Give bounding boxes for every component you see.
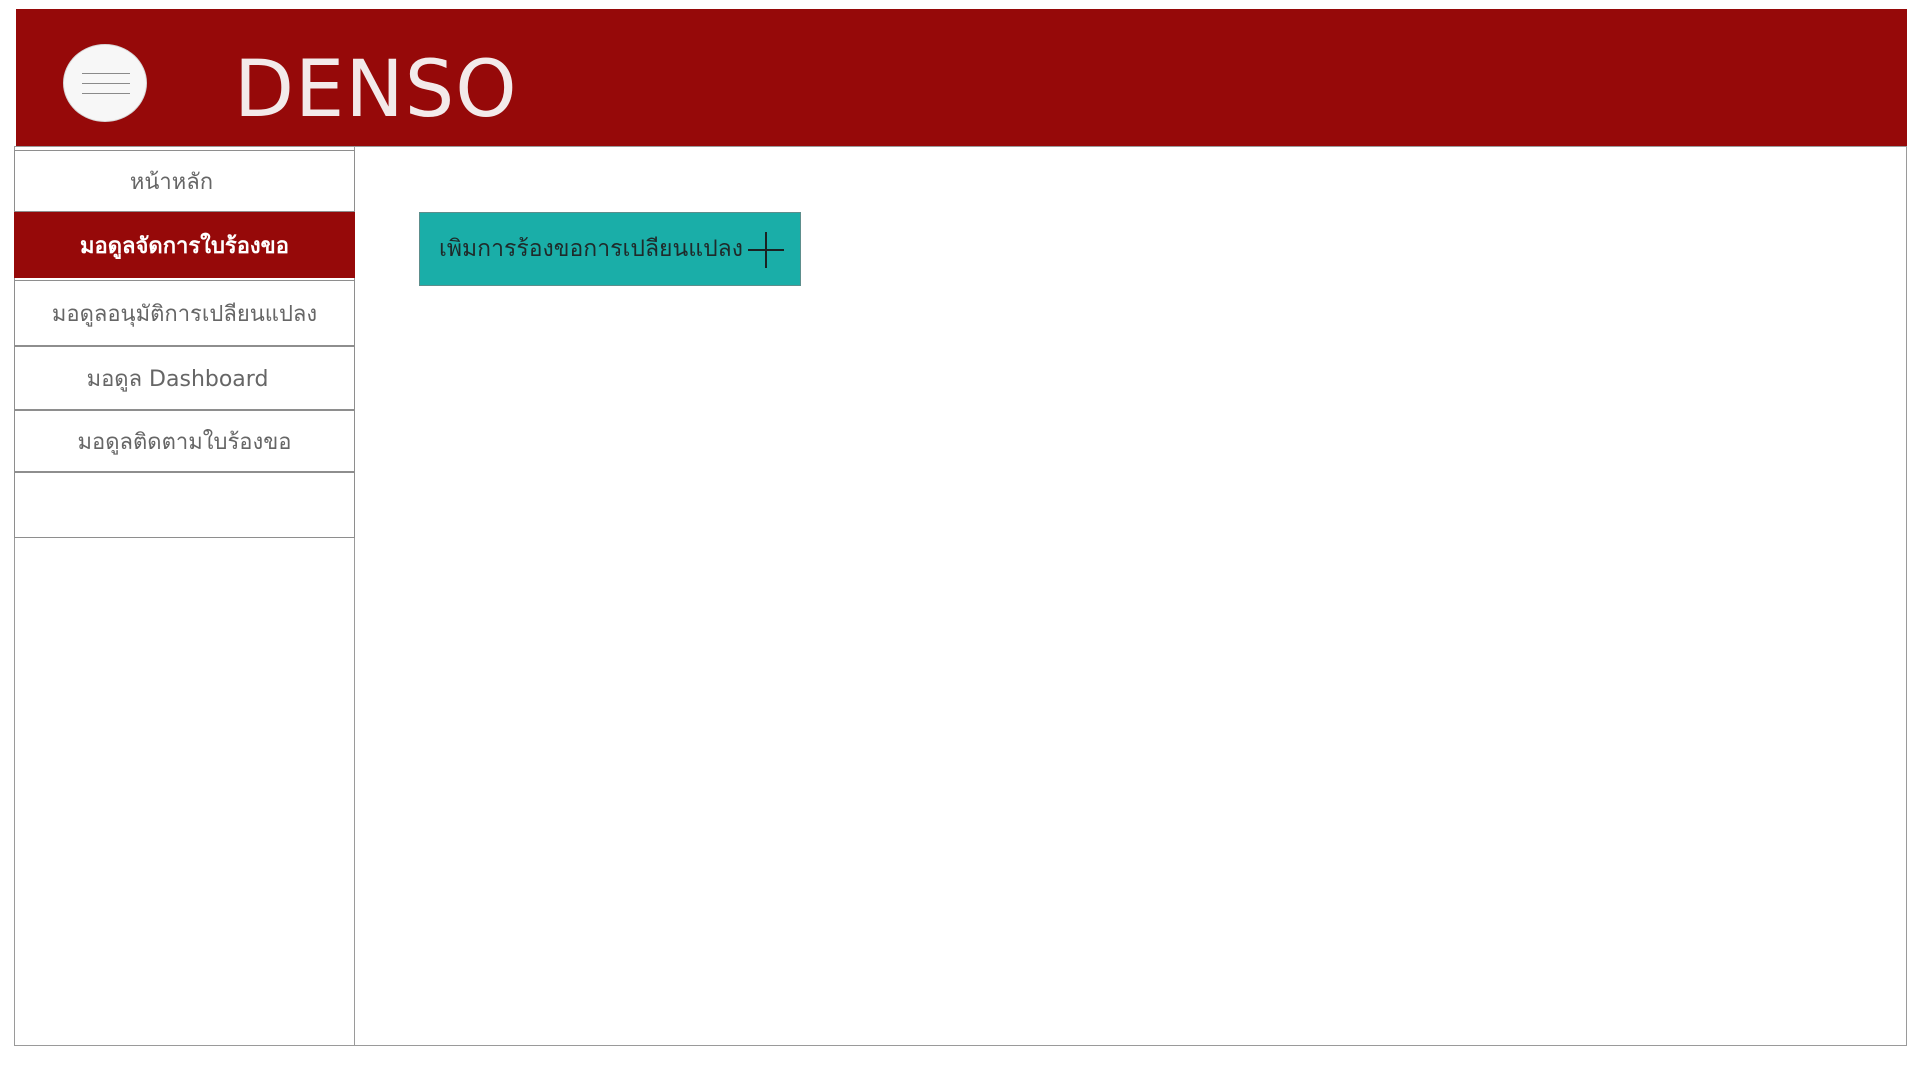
sidebar-item-request-management[interactable]: มอดูลจัดการใบร้องขอ xyxy=(14,212,355,278)
plus-icon xyxy=(748,232,784,268)
sidebar-item-home[interactable]: หน้าหลัก xyxy=(14,150,355,212)
hamburger-menu-button[interactable] xyxy=(63,44,147,122)
sidebar-item-empty[interactable] xyxy=(14,472,355,538)
add-change-request-label: เพิมการร้องขอการเปลียนแปลง xyxy=(439,236,744,262)
sidebar-item-label: มอดูลจัดการใบร้องขอ xyxy=(80,233,289,259)
sidebar-item-label: หน้าหลัก xyxy=(129,169,214,195)
sidebar-item-dashboard[interactable]: มอดูล Dashboard xyxy=(14,346,355,410)
sidebar-item-request-tracking[interactable]: มอดูลติดตามใบร้องขอ xyxy=(14,410,355,472)
header-bar: DENSO xyxy=(16,9,1907,146)
sidebar-item-change-approval[interactable]: มอดูลอนุมัติการเปลียนแปลง xyxy=(14,280,355,346)
app-window: DENSO หน้าหลัก มอดูลจัดการใบร้องขอ มอดูล… xyxy=(0,0,1920,1080)
sidebar-item-label: มอดูลติดตามใบร้องขอ xyxy=(77,429,292,455)
hamburger-menu-icon xyxy=(82,73,130,74)
sidebar-item-label: มอดูลอนุมัติการเปลียนแปลง xyxy=(51,301,318,327)
sidebar: หน้าหลัก มอดูลจัดการใบร้องขอ มอดูลอนุมัต… xyxy=(14,146,355,1046)
add-change-request-button[interactable]: เพิมการร้องขอการเปลียนแปลง xyxy=(419,212,801,286)
sidebar-item-label: มอดูล Dashboard xyxy=(86,366,269,392)
brand-title: DENSO xyxy=(234,45,518,135)
